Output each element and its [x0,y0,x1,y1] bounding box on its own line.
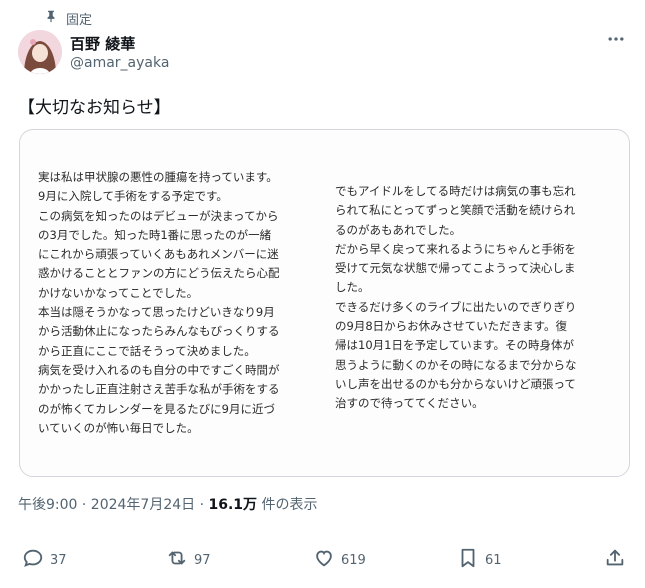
like-button[interactable]: 619 [313,546,366,574]
image-text-line: 思うように動くのかその時になるまで分からな [335,357,577,372]
repost-button[interactable]: 97 [166,546,211,574]
image-text-line: 惑かけることとファンの方にどう伝えたら心配 [38,266,280,281]
image-text-line: 帰は10月1日を予定しています。その時身体が [335,338,574,353]
post-text: 【大切なお知らせ】 [18,98,171,118]
image-text-line: から活動休止になったらみんなもびっくりする [38,324,280,339]
author-name[interactable]: 百野 綾華 [70,33,135,54]
action-bar: 37 97 619 61 [0,546,645,574]
bookmark-count: 61 [485,552,502,568]
image-text-left-column: 実は私は甲状腺の悪性の腫瘍を持っています。 9月に入院して手術をする予定です。 … [38,168,280,438]
share-button[interactable] [604,546,626,574]
image-text-line: 受けて元気な状態で帰ってこようって決心しま [335,261,576,276]
image-text-line: できるだけ多くのライブに出たいのでぎりぎり [335,299,577,314]
more-icon [606,29,626,53]
image-text-line: 実は私は甲状腺の悪性の腫瘍を持っています。 [38,170,278,184]
share-icon [604,547,626,573]
more-options-button[interactable] [605,30,627,52]
image-text-line: 治すので待っててください。 [335,396,484,411]
image-text-line: かけないかなってことでした。 [38,285,199,300]
image-text-line: の9月8日からお休みさせていただきます。復 [335,319,567,334]
post-metadata: 午後9:00 · 2024年7月24日 · 16.1万 件の表示 [18,494,318,514]
repost-icon [166,547,188,573]
reply-count: 37 [50,552,67,568]
image-text-line: にこれから頑張っていくあもあれメンバーに迷 [38,247,279,262]
avatar[interactable] [18,30,62,74]
pinned-label: 固定 [66,12,93,28]
post-image[interactable]: 実は私は甲状腺の悪性の腫瘍を持っています。 9月に入院して手術をする予定です。 … [19,129,630,477]
pin-icon [44,9,58,27]
views-count: 16.1万 [208,497,258,513]
image-text-line: でもアイドルをしてる時だけは病気の事も忘れ [335,184,576,198]
heart-icon [313,547,335,573]
image-text-line: 9月に入院して手術をする予定です。 [38,189,228,204]
bookmark-icon [457,547,479,573]
image-text-line: いし声を出せるのかも分からないけど頑張って [335,376,576,391]
image-text-line: から正直にここで話そうって決めました。 [38,343,256,358]
author-handle[interactable]: @amar_ayaka [70,55,169,71]
image-text-line: いていくのが怖い毎日でした。 [38,420,199,435]
like-count: 619 [341,552,366,568]
image-text-line: した。 [335,280,370,295]
repost-count: 97 [194,552,211,568]
post-timestamp[interactable]: 午後9:00 · 2024年7月24日 · [18,497,209,513]
image-text-line: の3月でした。知った時1番に思ったのが一緒 [38,227,272,242]
image-text-line: だから早く戻って来れるようにちゃんと手術を [335,241,576,256]
reply-button[interactable]: 37 [22,546,67,574]
bookmark-button[interactable]: 61 [457,546,502,574]
image-text-line: かかったし正直注射さえ苦手な私が手術をする [38,382,280,397]
image-text-line: るのがあもあれでした。 [335,222,462,237]
pinned-indicator: 固定 [44,8,92,28]
image-text-line: 病気を受け入れるのも自分の中ですごく時間が [38,362,280,377]
views-label: 件の表示 [257,497,318,513]
image-text-right-column: でもアイドルをしてる時だけは病気の事も忘れ られて私にとってずっと笑顔で活動を続… [335,182,577,414]
image-text-line: この病気を知ったのはデビューが決まってから [38,208,279,223]
image-text-line: 本当は隠そうかなって思ったけどいきなり9月 [38,305,275,320]
reply-icon [22,547,44,573]
image-text-line: られて私にとってずっと笑顔で活動を続けられ [335,203,576,218]
image-text-line: のが怖くてカレンダーを見るたびに9月に近づ [38,401,275,416]
